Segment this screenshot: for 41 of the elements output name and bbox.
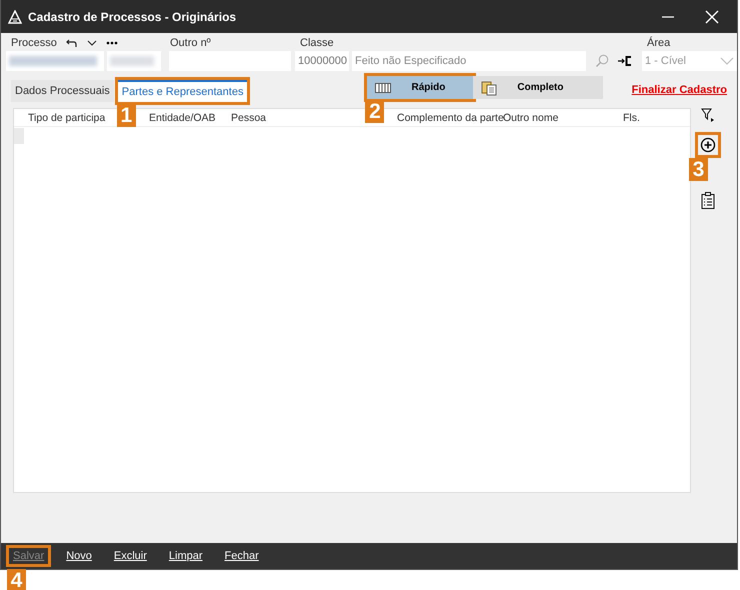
- footer-button[interactable]: Excluir: [110, 548, 151, 564]
- checklist-icon[interactable]: [701, 192, 715, 209]
- column-header: Pessoa: [231, 112, 266, 124]
- field-label: Classe: [300, 37, 334, 49]
- callout-badge: 2: [365, 100, 384, 123]
- add-button[interactable]: [695, 132, 721, 158]
- chevron-down-icon: [720, 57, 734, 65]
- table-grid-icon: [375, 82, 392, 92]
- undo-icon[interactable]: [66, 38, 78, 48]
- callout-badge: 4: [7, 569, 26, 590]
- mode-button[interactable]: Rápido: [367, 76, 474, 99]
- app-logo-icon: [8, 10, 22, 24]
- tab[interactable]: Dados Processuais: [11, 80, 114, 102]
- field-label: Processo: [11, 37, 57, 49]
- finalize-link[interactable]: Finalizar Cadastro: [632, 84, 727, 96]
- column-header: Outro nome: [503, 112, 558, 124]
- process-digit-field[interactable]: [107, 51, 161, 71]
- column-header: Entidade/OAB: [149, 112, 216, 124]
- window-title: Cadastro de Processos - Originários: [28, 10, 236, 24]
- more-icon[interactable]: [106, 41, 118, 45]
- clipboard-icon: [481, 80, 498, 96]
- process-number-field[interactable]: [6, 51, 104, 71]
- close-icon[interactable]: [705, 10, 719, 24]
- footer-button[interactable]: Fechar: [220, 548, 263, 564]
- plus-circle-icon: [700, 137, 716, 153]
- mode-button[interactable]: Completo: [473, 76, 604, 99]
- class-name-field[interactable]: Feito não Especificado: [352, 51, 586, 71]
- callout-badge: 3: [689, 158, 708, 181]
- field-label: Área: [647, 37, 670, 49]
- tab[interactable]: Partes e Representantes: [118, 80, 248, 102]
- column-header: Tipo de participa: [28, 112, 106, 124]
- column-header: Fls.: [623, 112, 640, 124]
- callout-badge: 1: [116, 104, 136, 127]
- class-code-field[interactable]: 10000000: [295, 51, 349, 71]
- field-label: Outro nº: [170, 37, 211, 49]
- chevron-down-icon[interactable]: [86, 39, 97, 47]
- pin-arrow-icon[interactable]: [618, 56, 632, 66]
- footer-button[interactable]: Novo: [62, 548, 96, 564]
- column-header: Complemento da parte: [397, 112, 504, 124]
- filter-icon[interactable]: [701, 108, 715, 122]
- footer-button[interactable]: Limpar: [164, 548, 207, 564]
